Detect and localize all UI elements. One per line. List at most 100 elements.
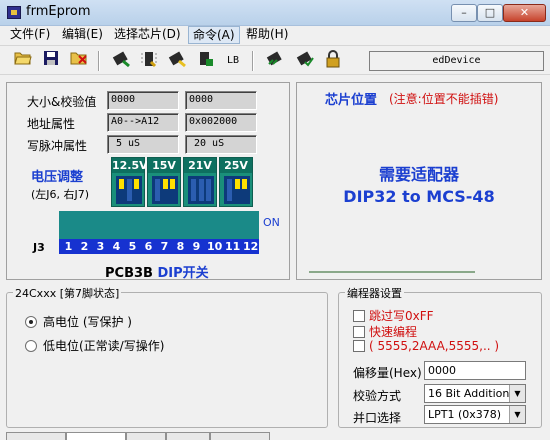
offset-input[interactable]: 0000 [424, 361, 526, 380]
switch-15v[interactable]: 15V [147, 157, 181, 207]
folder-open-icon [14, 52, 32, 65]
pin7-high-option[interactable]: 高电位 (写保护 ) [25, 313, 132, 330]
toolbar: LB edDevice [0, 45, 550, 75]
address-label: 地址属性 [27, 117, 76, 131]
checksum-value: 0000 [185, 91, 257, 110]
dip-number: 10 [207, 240, 223, 253]
program-chip-button[interactable] [166, 50, 188, 72]
chip-verify-icon [141, 52, 157, 68]
programmer-settings-group: 编程器设置 跳过写0xFF 快速编程 ( 5555,2AAA,5555,.. )… [338, 285, 542, 428]
address-value: 0x002000 [185, 113, 257, 132]
lock-button[interactable] [322, 50, 344, 72]
pcb-caption-prefix: PCB3B [105, 266, 153, 281]
floppy-icon [44, 51, 58, 65]
socket-edge [309, 271, 475, 273]
pin7-low-option[interactable]: 低电位(正常读/写操作) [25, 337, 164, 354]
switch-21v[interactable]: 21V [183, 157, 217, 207]
tab[interactable] [6, 432, 66, 440]
pulse-label: 写脉冲属性 [27, 139, 88, 153]
fast-program-label: 快速编程 [369, 325, 418, 339]
checkbox-icon[interactable] [353, 326, 365, 338]
lb-button[interactable]: LB [222, 50, 244, 72]
chip-position-note: (注意:位置不能插错) [389, 92, 499, 106]
checkbox-icon[interactable] [353, 310, 365, 322]
menu-bar: 文件(F) 编辑(E) 选择芯片(D) 命令(A) 帮助(H) [0, 26, 550, 44]
minimize-icon: – [461, 6, 467, 19]
j3-label: J3 [33, 241, 45, 254]
dip-on-label: ON [263, 216, 280, 229]
skip-write-option[interactable]: 跳过写0xFF [353, 307, 434, 324]
chip-read-icon [112, 51, 130, 68]
dip-number: 11 [225, 240, 241, 253]
dip-number: 3 [96, 240, 105, 253]
chip-erase-icon [200, 52, 213, 66]
checkbox-icon[interactable] [353, 340, 365, 352]
dip-switch-body[interactable] [59, 211, 259, 239]
switch-label: 12.5V [112, 158, 148, 173]
close-button[interactable]: ✕ [503, 4, 546, 22]
checksum-method-select[interactable]: 16 Bit Addition ▼ [424, 384, 526, 403]
tab[interactable] [126, 432, 166, 440]
dip-number: 9 [192, 240, 201, 253]
minimize-button[interactable]: – [451, 4, 477, 22]
chip-program-icon [168, 51, 186, 68]
chip-auto-icon [266, 51, 282, 66]
address-sequence-option[interactable]: ( 5555,2AAA,5555,.. ) [353, 339, 499, 353]
port-select-label: 并口选择 [353, 411, 402, 425]
switch-label: 15V [148, 158, 180, 173]
maximize-icon: □ [484, 6, 496, 19]
radio-unchecked-icon[interactable] [25, 340, 37, 352]
size-checksum-label: 大小&校验值 [27, 95, 97, 109]
auto-button[interactable] [264, 50, 286, 72]
menu-edit[interactable]: 编辑(E) [58, 26, 107, 44]
dip-number: 8 [176, 240, 185, 253]
chevron-down-icon[interactable]: ▼ [509, 406, 525, 423]
pin7-high-label: 高电位 (写保护 ) [43, 315, 132, 329]
tab[interactable] [210, 432, 270, 440]
save-button[interactable] [40, 50, 62, 72]
adapter-required-text: 需要适配器 [378, 165, 459, 184]
blank-check-button[interactable] [294, 50, 316, 72]
erase-chip-button[interactable] [194, 50, 216, 72]
checksum-method-value: 16 Bit Addition [428, 387, 510, 400]
address-sequence-label: ( 5555,2AAA,5555,.. ) [369, 339, 500, 353]
chip-info-panel: 大小&校验值 0000 0000 地址属性 A0-->A12 0x002000 … [6, 82, 290, 281]
menu-file[interactable]: 文件(F) [6, 26, 54, 44]
verify-chip-button[interactable] [138, 50, 160, 72]
pin7-group-title: 24Cxxx [第7脚状态] [13, 285, 122, 301]
fast-program-option[interactable]: 快速编程 [353, 323, 417, 340]
pcb-caption-suffix: DIP开关 [157, 266, 209, 281]
dip-number-strip: 1 2 3 4 5 6 7 8 9 10 11 12 [59, 239, 259, 254]
port-select[interactable]: LPT1 (0x378) ▼ [424, 405, 526, 424]
menu-command[interactable]: 命令(A) [188, 26, 240, 44]
app-icon [7, 6, 21, 19]
tab[interactable] [66, 432, 126, 440]
menu-help[interactable]: 帮助(H) [242, 26, 292, 44]
close-icon: ✕ [519, 6, 530, 19]
address-range: A0-->A12 [107, 113, 179, 132]
pin7-low-label: 低电位(正常读/写操作) [43, 339, 165, 353]
chip-position-title: 芯片位置 [325, 93, 378, 108]
chevron-down-icon[interactable]: ▼ [509, 385, 525, 402]
port-select-value: LPT1 (0x378) [428, 408, 502, 421]
switch-label: 21V [184, 158, 216, 173]
switch-12v5[interactable]: 12.5V [111, 157, 148, 207]
maximize-button[interactable]: □ [477, 4, 503, 22]
window-title: frmEprom [26, 4, 91, 19]
radio-checked-icon[interactable] [25, 316, 37, 328]
voltage-subtitle: (左J6, 右J7) [31, 188, 90, 201]
tab[interactable] [166, 432, 210, 440]
switch-25v[interactable]: 25V [219, 157, 253, 207]
dip-number: 2 [80, 240, 89, 253]
read-chip-button[interactable] [110, 50, 132, 72]
dip-number: 6 [144, 240, 153, 253]
chip-position-panel: 芯片位置 (注意:位置不能插错) 需要适配器 DIP32 to MCS-48 [296, 82, 542, 280]
menu-select-chip[interactable]: 选择芯片(D) [110, 26, 185, 44]
offset-label: 偏移量(Hex) [353, 366, 422, 380]
checksum-method-label: 校验方式 [353, 389, 402, 403]
bottom-tab-strip [0, 432, 550, 440]
lock-icon [326, 50, 340, 68]
skip-write-label: 跳过写0xFF [369, 309, 434, 323]
clear-button[interactable] [68, 50, 90, 72]
open-file-button[interactable] [12, 50, 34, 72]
